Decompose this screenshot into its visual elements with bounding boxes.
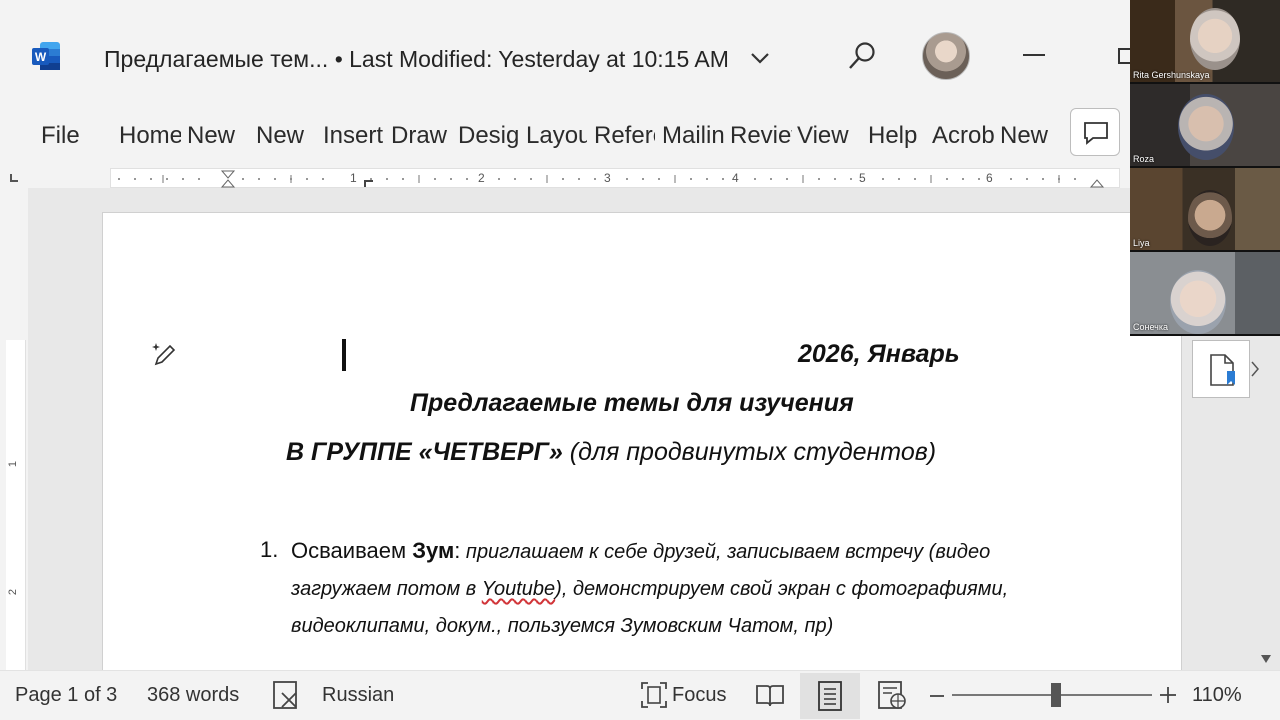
ruler-number: 4	[732, 171, 739, 185]
document-subheading: В ГРУППЕ «ЧЕТВЕРГ» (для продвинутых студ…	[286, 438, 936, 467]
tab-view[interactable]: View	[797, 120, 859, 152]
word-window: W Предлагаемые тем... • Last Modified: Y…	[0, 0, 1280, 720]
group-note: (для продвинутых студентов)	[562, 438, 937, 466]
ruler-number: 6	[986, 171, 993, 185]
vruler-number: 2	[7, 588, 20, 596]
item-text: ), демонстрируем свой экран с фотография…	[555, 578, 1009, 600]
participant-video	[1178, 94, 1234, 160]
ribbon-tabs: File Home New New Insert Draw Design Lay…	[0, 104, 1130, 164]
group-name: В ГРУППЕ «ЧЕТВЕРГ»	[286, 438, 563, 466]
participant-video	[1188, 190, 1232, 246]
participant-tile[interactable]: Rita Gershunskaya	[1130, 0, 1280, 82]
zoom-slider-thumb[interactable]	[1051, 683, 1061, 707]
word-app-icon[interactable]: W	[32, 40, 62, 72]
language[interactable]: Russian	[322, 684, 394, 707]
list-item-line: загружаем потом в Youtube), демонстрируе…	[291, 578, 1008, 601]
participant-video	[1190, 8, 1240, 70]
participant-name: Liya	[1133, 238, 1150, 248]
zoom-in-icon[interactable]	[1158, 685, 1178, 705]
item-keyword: Зум	[412, 538, 455, 563]
item-text: видеоклипами, докум., пользуемся Зумовск…	[291, 615, 834, 637]
side-panel-button[interactable]	[1192, 340, 1259, 398]
ruler-ticks	[118, 170, 1105, 188]
participant-video	[1170, 270, 1226, 334]
doc-name: Предлагаемые тем...	[104, 46, 329, 72]
item-text: загружаем потом в	[291, 578, 482, 600]
participant-name: Rita Gershunskaya	[1133, 70, 1210, 80]
tab-draw[interactable]: Draw	[391, 120, 453, 152]
horizontal-ruler-row: 1 2 3 4 5 6	[0, 164, 1130, 188]
video-call-panel: Rita Gershunskaya Roza Liya Сонечка	[1130, 0, 1280, 336]
list-number: 1.	[260, 537, 279, 562]
list-item-line: Осваиваем Зум: приглашаем к себе друзей,…	[291, 538, 990, 564]
print-layout-icon	[818, 681, 842, 711]
comments-button[interactable]	[1070, 108, 1120, 156]
proofing-icon[interactable]	[270, 679, 302, 711]
search-icon[interactable]	[844, 38, 880, 74]
focus-label[interactable]: Focus	[672, 684, 726, 707]
page-count[interactable]: Page 1 of 3	[15, 684, 117, 707]
chevron-right-icon	[1251, 361, 1259, 377]
tab-selector[interactable]	[10, 174, 18, 182]
tab-mailings[interactable]: Mailings	[662, 120, 724, 152]
tab-layout[interactable]: Layout	[526, 120, 587, 152]
ruler-number: 1	[350, 171, 357, 185]
document-date: 2026, Январь	[798, 340, 960, 368]
ruler-number: 3	[604, 171, 611, 185]
chevron-down-icon[interactable]	[748, 46, 772, 70]
vertical-ruler[interactable]: 1 2	[6, 340, 26, 670]
participant-tile[interactable]: Сонечка	[1130, 252, 1280, 334]
read-mode-icon[interactable]	[754, 679, 786, 711]
focus-icon[interactable]	[638, 679, 670, 711]
text-cursor	[342, 339, 346, 371]
item-lead: Осваиваем	[291, 538, 413, 563]
tab-new-1[interactable]: New	[187, 120, 245, 152]
tab-home[interactable]: Home	[119, 120, 181, 152]
account-avatar[interactable]	[922, 32, 970, 80]
ruler-number: 5	[859, 171, 866, 185]
comment-icon	[1084, 122, 1108, 145]
status-bar: Page 1 of 3 368 words Russian Focus 110%	[0, 670, 1280, 720]
web-layout-icon[interactable]	[876, 679, 908, 711]
participant-name: Сонечка	[1133, 322, 1169, 332]
item-text: приглашаем к себе друзей, записываем вст…	[460, 541, 991, 563]
document-title[interactable]: Предлагаемые тем... • Last Modified: Yes…	[104, 46, 729, 73]
tab-acrobat[interactable]: Acrobat	[932, 120, 994, 152]
print-layout-button[interactable]	[800, 673, 860, 719]
tab-references[interactable]: References	[594, 120, 655, 152]
minimize-icon[interactable]	[1020, 42, 1050, 68]
tab-design[interactable]: Design	[458, 120, 520, 152]
zoom-level[interactable]: 110%	[1192, 684, 1242, 707]
svg-text:W: W	[35, 50, 47, 64]
tab-insert[interactable]: Insert	[323, 120, 385, 152]
tab-help[interactable]: Help	[868, 120, 926, 152]
tab-new-3[interactable]: New	[1000, 120, 1058, 152]
horizontal-ruler[interactable]: 1 2 3 4 5 6	[110, 168, 1120, 188]
vruler-number: 1	[7, 460, 20, 468]
last-modified: Last Modified: Yesterday at 10:15 AM	[349, 46, 729, 72]
list-item-line: видеоклипами, докум., пользуемся Зумовск…	[291, 615, 833, 638]
title-separator: •	[334, 46, 343, 72]
zoom-out-icon[interactable]	[928, 687, 946, 705]
tab-file[interactable]: File	[41, 120, 85, 152]
tab-new-2[interactable]: New	[256, 120, 314, 152]
ruler-number: 2	[478, 171, 485, 185]
designer-sparkle-pen-icon[interactable]	[150, 340, 178, 368]
document-heading: Предлагаемые темы для изучения	[410, 389, 854, 417]
word-count[interactable]: 368 words	[147, 684, 239, 707]
participant-tile[interactable]: Liya	[1130, 168, 1280, 250]
misspelled-word[interactable]: Youtube	[482, 578, 555, 600]
tab-review[interactable]: Review	[730, 120, 792, 152]
participant-name: Roza	[1133, 154, 1155, 164]
document-bookmark-icon	[1210, 354, 1235, 386]
participant-tile[interactable]: Roza	[1130, 84, 1280, 166]
title-bar: W Предлагаемые тем... • Last Modified: Y…	[0, 4, 1280, 104]
scroll-down-arrow-icon[interactable]	[1260, 654, 1272, 664]
